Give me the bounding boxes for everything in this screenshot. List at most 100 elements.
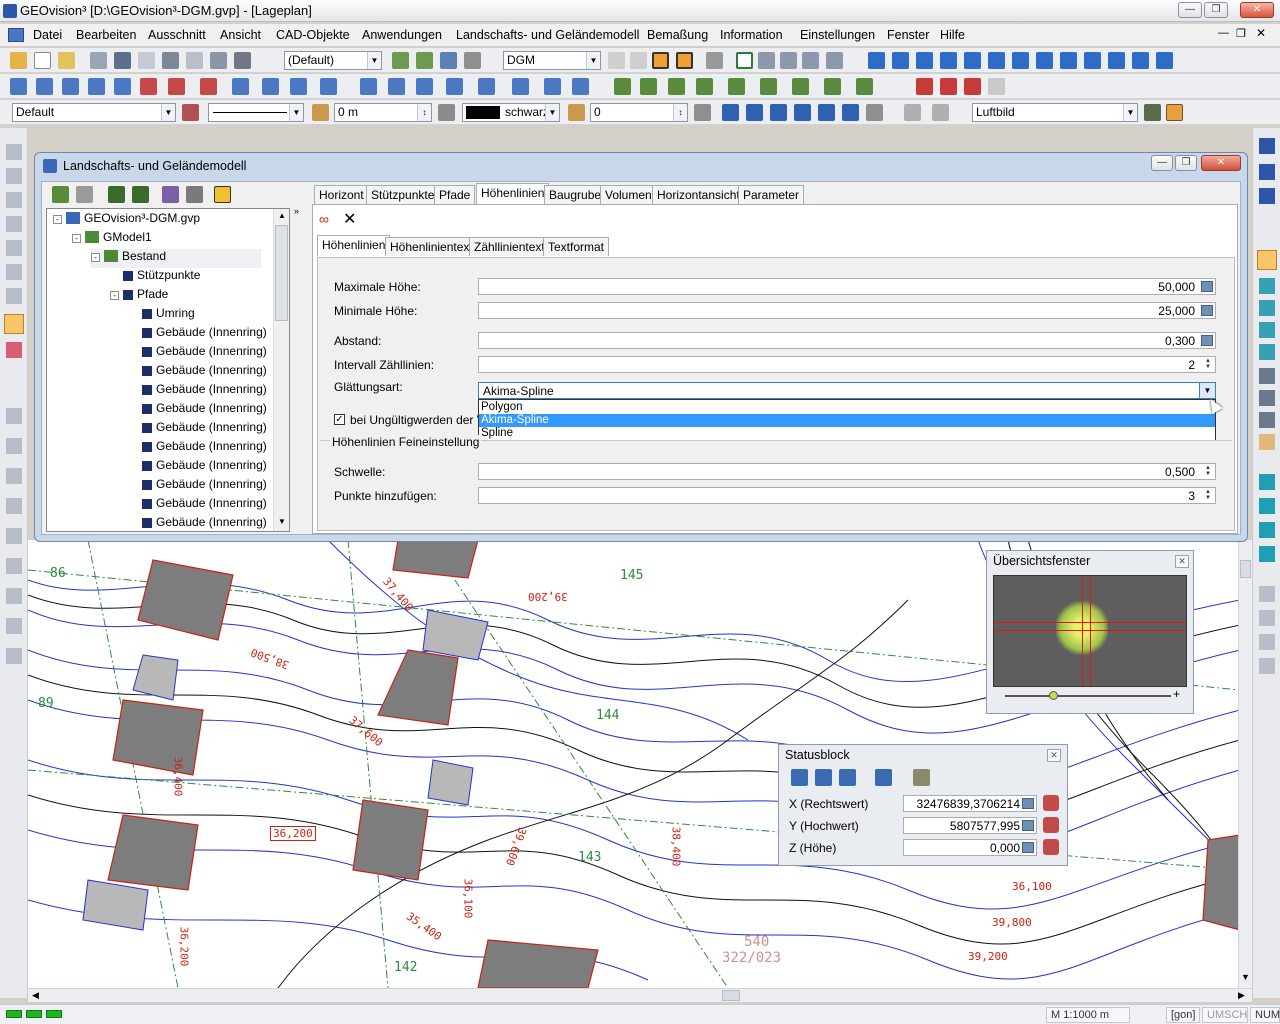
scroll-up-icon[interactable]: ▲ <box>278 211 286 220</box>
dtm-tool9-icon[interactable] <box>824 78 841 95</box>
new-file-icon[interactable] <box>34 52 51 69</box>
open-folder-icon[interactable] <box>58 52 75 69</box>
mdi-close-icon[interactable]: ✕ <box>1256 26 1266 40</box>
info-icon-11[interactable] <box>1108 52 1125 69</box>
tool-icon[interactable] <box>6 558 22 574</box>
view-tool-icon[interactable] <box>1259 658 1275 674</box>
tree-item[interactable]: Gebäude (Innenring) <box>129 477 267 496</box>
statusblock-tool-icon[interactable] <box>875 769 892 786</box>
x-field[interactable]: 32476839,3706214 <box>903 795 1037 812</box>
zoom-in-icon[interactable]: + <box>1173 687 1180 701</box>
smoothing-select[interactable]: Akima-Spline ▼ <box>478 382 1216 399</box>
panel-splitter[interactable]: » <box>292 184 304 532</box>
tool-icon[interactable] <box>6 588 22 604</box>
info-icon-6[interactable] <box>988 52 1005 69</box>
menu-ausschnitt[interactable]: Ausschnitt <box>148 28 206 42</box>
tool-icon[interactable] <box>6 648 22 664</box>
pencil-icon[interactable] <box>10 52 27 69</box>
tree-item[interactable]: Gebäude (Innenring) <box>129 458 267 477</box>
save-icon[interactable] <box>114 52 131 69</box>
active-tool-icon[interactable] <box>4 314 24 334</box>
value-tool-icon[interactable] <box>568 104 585 121</box>
rect-tool-icon[interactable] <box>168 78 185 95</box>
scroll-thumb[interactable] <box>275 225 288 321</box>
color-tool-icon[interactable] <box>438 104 455 121</box>
hatch-tool-icon[interactable] <box>262 78 279 95</box>
collapse-toggle-icon[interactable]: - <box>72 234 81 243</box>
tree-extra-icon[interactable] <box>214 186 231 203</box>
menu-fenster[interactable]: Fenster <box>887 28 929 42</box>
tool-icon[interactable] <box>6 144 22 160</box>
table-icon[interactable] <box>758 52 775 69</box>
calculator-icon[interactable] <box>1201 281 1213 292</box>
tree-item[interactable]: Stützpunkte <box>110 268 200 287</box>
print-icon[interactable] <box>234 52 251 69</box>
dtm-tool5-icon[interactable] <box>696 78 713 95</box>
point-tool-icon[interactable] <box>88 78 105 95</box>
tool-icon[interactable] <box>6 438 22 454</box>
dtm-tool10-icon[interactable] <box>856 78 873 95</box>
lock-icon[interactable] <box>1043 839 1059 855</box>
collapse-toggle-icon[interactable]: - <box>53 215 62 224</box>
tool-icon[interactable] <box>6 264 22 280</box>
prop-tool3-icon[interactable] <box>746 104 763 121</box>
snap-icon[interactable] <box>608 52 625 69</box>
tree-item[interactable]: Gebäude (Innenring) <box>129 325 267 344</box>
info-icon-2[interactable] <box>892 52 909 69</box>
threshold-field[interactable]: 0,500 ▲ ▼ <box>478 463 1216 480</box>
chevron-down-icon[interactable]: ▼ <box>1199 383 1215 398</box>
menu-anwendungen[interactable]: Anwendungen <box>362 28 442 42</box>
delete-line-icon[interactable] <box>964 78 981 95</box>
lock-icon[interactable] <box>1043 817 1059 833</box>
scroll-down-icon[interactable]: ▼ <box>1241 972 1250 982</box>
background-edit-icon[interactable] <box>1166 104 1183 121</box>
layer-combo[interactable]: Default ▼ <box>12 103 176 122</box>
layers-icon[interactable] <box>162 52 179 69</box>
info-icon-7[interactable] <box>1012 52 1029 69</box>
triangle-tool-icon[interactable] <box>140 78 157 95</box>
menu-einstellungen[interactable]: Einstellungen <box>800 28 875 42</box>
scroll-left-icon[interactable]: ◀ <box>32 990 39 1001</box>
offset-field[interactable]: 0 m ↕ <box>334 103 432 122</box>
circle-tool-icon[interactable] <box>200 78 217 95</box>
tree-item[interactable]: Gebäude (Innenring) <box>129 382 267 401</box>
hand-icon[interactable] <box>1259 434 1275 450</box>
print-preview-icon[interactable] <box>210 52 227 69</box>
tool-icon[interactable] <box>6 288 22 304</box>
close-button[interactable]: ✕ <box>1240 2 1274 18</box>
minimize-button[interactable]: — <box>1178 2 1202 18</box>
prop-tool5-icon[interactable] <box>794 104 811 121</box>
find-icon[interactable] <box>90 52 107 69</box>
tool-icon[interactable] <box>6 240 22 256</box>
dialog-maximize-button[interactable]: ❐ <box>1175 155 1197 171</box>
measure-tool-icon[interactable] <box>114 78 131 95</box>
copy-icon[interactable] <box>138 52 155 69</box>
arrow-down-icon[interactable] <box>1259 164 1275 180</box>
zoom-minus-icon[interactable] <box>1259 390 1275 406</box>
polyline-tool-icon[interactable] <box>36 78 53 95</box>
tree-add-icon[interactable] <box>108 186 125 203</box>
menu-information[interactable]: Information <box>720 28 783 42</box>
info-icon-9[interactable] <box>1060 52 1077 69</box>
prop-tool1-icon[interactable] <box>694 104 711 121</box>
arc-tool-icon[interactable] <box>62 78 79 95</box>
dropdown-option[interactable]: Polygon <box>479 401 1215 414</box>
tree-new-icon[interactable] <box>52 186 69 203</box>
subtab-2[interactable]: Zähllinientext <box>469 237 550 256</box>
tree-item[interactable]: Gebäude (Innenring) <box>129 496 267 515</box>
statusblock-tool-icon[interactable] <box>815 769 832 786</box>
zoom-prev-icon[interactable] <box>1259 344 1275 360</box>
line-width-icon[interactable] <box>312 104 329 121</box>
statusblock-tool-icon[interactable] <box>839 769 856 786</box>
dtm-tool6-icon[interactable] <box>728 78 745 95</box>
grid-tool-icon[interactable] <box>478 78 495 95</box>
view-tool-icon[interactable] <box>1259 474 1275 490</box>
info-icon-3[interactable] <box>916 52 933 69</box>
tab-1[interactable]: Stützpunkte <box>366 185 440 204</box>
text-tool-icon[interactable] <box>446 78 463 95</box>
square-icon[interactable] <box>736 52 753 69</box>
layer-tool2-icon[interactable] <box>416 52 433 69</box>
table-tool-icon[interactable] <box>416 78 433 95</box>
tab-3[interactable]: Höhenlinien <box>476 183 550 204</box>
tree-item[interactable]: Gebäude (Innenring) <box>129 439 267 458</box>
